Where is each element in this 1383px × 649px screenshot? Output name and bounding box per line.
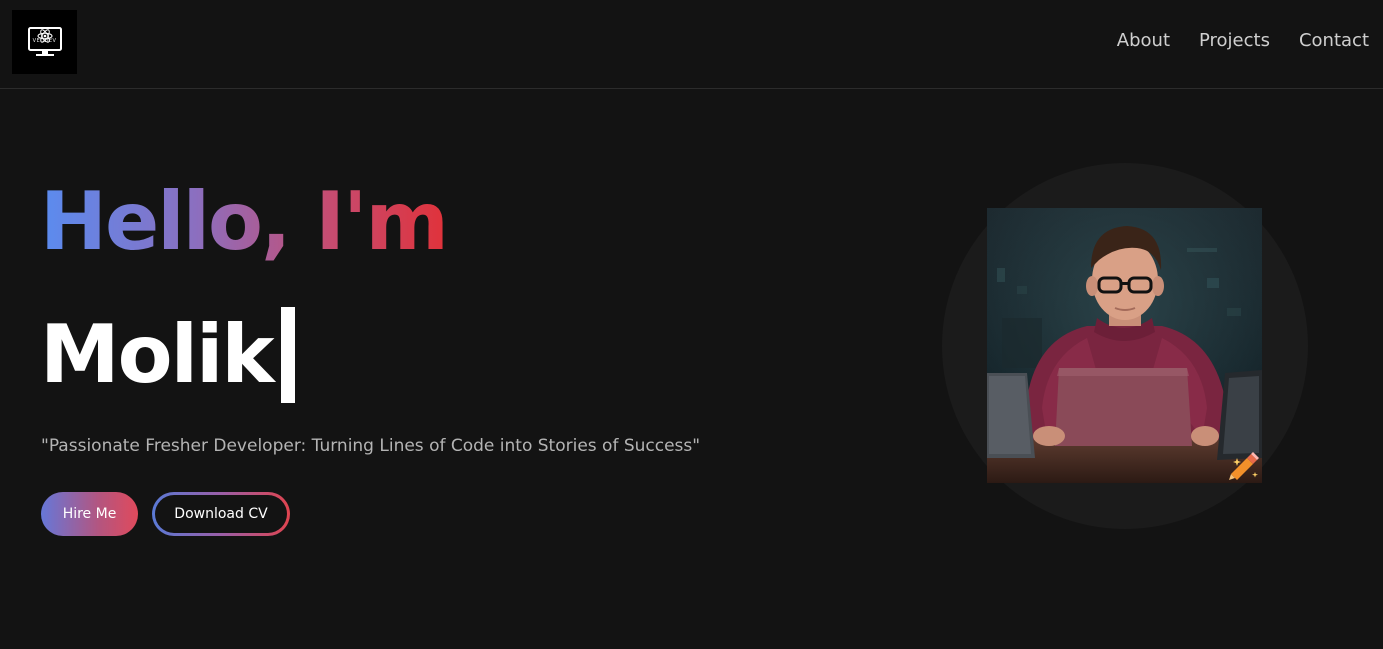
typing-cursor <box>280 307 295 403</box>
hero-greeting: Hello, I'm <box>40 172 449 272</box>
nav-link-contact[interactable]: Contact <box>1299 29 1369 53</box>
page: VEDDEV About Projects Contact Hello, I'm… <box>0 0 1383 649</box>
profile-portrait <box>987 208 1262 483</box>
nav-links: About Projects Contact <box>1117 29 1369 53</box>
logo-text: VEDDEV <box>32 38 57 44</box>
navbar: VEDDEV About Projects Contact <box>0 0 1383 89</box>
nav-link-about[interactable]: About <box>1117 29 1170 53</box>
hire-me-button[interactable]: Hire Me <box>41 492 138 536</box>
hero-tagline: "Passionate Fresher Developer: Turning L… <box>41 436 701 456</box>
logo[interactable]: VEDDEV <box>12 10 77 74</box>
nav-link-projects[interactable]: Projects <box>1199 29 1270 53</box>
hero-name-text: Molik <box>40 308 275 401</box>
download-cv-button[interactable]: Download CV <box>152 492 290 536</box>
hero-name: Molik <box>40 300 295 410</box>
download-cv-label: Download CV <box>155 495 287 533</box>
